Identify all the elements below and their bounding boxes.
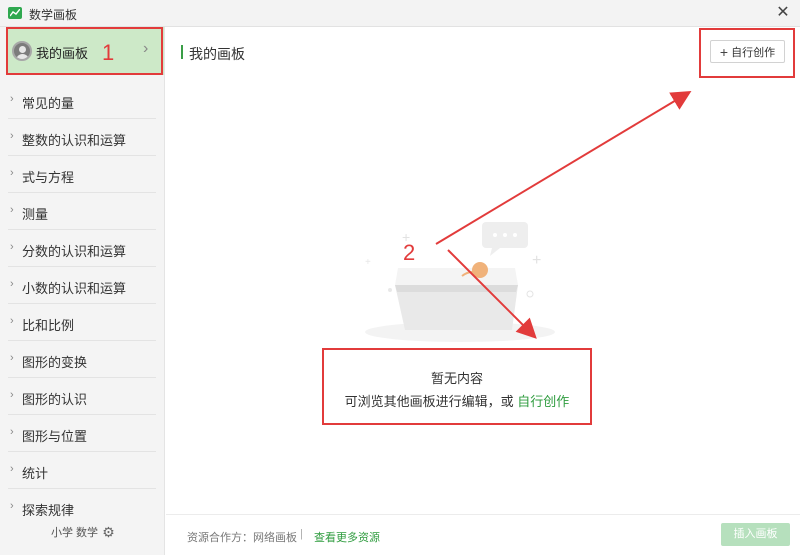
chevron-right-icon: › (10, 204, 14, 216)
sidebar: 我的画板 › › 常见的量 › 整数的认识和运算 › 式与方程 › 测量 › 分数的认识和… (0, 27, 165, 555)
window-title: 数学画板 (29, 8, 78, 22)
annotation-box-my-board (6, 27, 163, 75)
annotation-number-2: 2 (403, 240, 416, 265)
svg-text:+: + (365, 257, 371, 268)
annotation-number-1: 1 (102, 40, 115, 65)
sidebar-item[interactable]: › 式与方程 (8, 156, 156, 193)
chevron-right-icon: › (10, 389, 14, 401)
sidebar-item-label: 图形的认识 (22, 392, 88, 407)
chevron-right-icon: › (10, 352, 14, 364)
sidebar-item[interactable]: › 比和比例 (8, 304, 156, 341)
sidebar-item[interactable]: › 分数的认识和运算 (8, 230, 156, 267)
sidebar-item-label: 分数的认识和运算 (22, 244, 127, 259)
chevron-right-icon: › (10, 130, 14, 142)
more-resources-link[interactable]: 查看更多资源 (314, 529, 380, 545)
title-bar: 数学画板 ✕ (0, 0, 800, 27)
category-list: › 常见的量 › 整数的认识和运算 › 式与方程 › 测量 › 分数的认识和运算 › 小数的… (0, 82, 164, 526)
sidebar-item-label: 整数的认识和运算 (22, 133, 127, 148)
annotation-box-create-button (699, 28, 795, 78)
sidebar-item-label: 测量 (22, 207, 49, 222)
grade-subject-selector[interactable]: 小学 数学 ⚙ (51, 524, 115, 541)
app-icon (8, 7, 22, 19)
sidebar-item-label: 式与方程 (22, 170, 75, 185)
sidebar-item[interactable]: › 探索规律 (8, 489, 156, 526)
chevron-right-icon: › (10, 315, 14, 327)
title-accent-bar (181, 45, 183, 59)
sidebar-item-label: 常见的量 (22, 96, 75, 111)
close-icon[interactable]: ✕ (774, 3, 792, 23)
chevron-right-icon: › (10, 167, 14, 179)
chevron-right-icon: › (10, 463, 14, 475)
grade-subject-label: 小学 数学 (51, 527, 99, 539)
annotation-box-empty-state (322, 348, 592, 425)
resource-partner-text: 资源合作方：网络画板 (187, 532, 297, 544)
sidebar-item[interactable]: › 统计 (8, 452, 156, 489)
sidebar-item[interactable]: › 测量 (8, 193, 156, 230)
sidebar-item-label: 比和比例 (22, 318, 75, 333)
sidebar-item-label: 图形的变换 (22, 355, 88, 370)
chevron-right-icon: › (10, 278, 14, 290)
chevron-right-icon: › (10, 241, 14, 253)
sidebar-item-label: 小数的认识和运算 (22, 281, 127, 296)
insert-board-button[interactable]: 插入画板 (721, 523, 790, 546)
chevron-right-icon: › (10, 93, 14, 105)
sidebar-item-label: 图形与位置 (22, 429, 88, 444)
page-title: 我的画板 (189, 46, 245, 62)
sidebar-item[interactable]: › 小数的认识和运算 (8, 267, 156, 304)
gear-icon[interactable]: ⚙ (102, 524, 115, 541)
sidebar-item[interactable]: › 图形的认识 (8, 378, 156, 415)
svg-text:+: + (532, 252, 541, 269)
chevron-right-icon: › (10, 500, 14, 512)
chevron-right-icon: › (10, 426, 14, 438)
sidebar-item[interactable]: › 图形的变换 (8, 341, 156, 378)
sidebar-item-label: 统计 (22, 466, 49, 481)
footer-separator: | (300, 528, 303, 540)
sidebar-item[interactable]: › 整数的认识和运算 (8, 119, 156, 156)
sidebar-item[interactable]: › 常见的量 (8, 82, 156, 119)
sidebar-item[interactable]: › 图形与位置 (8, 415, 156, 452)
sidebar-item-label: 探索规律 (22, 503, 75, 518)
footer-divider (166, 514, 800, 515)
empty-box-illustration: + + + (365, 222, 555, 342)
